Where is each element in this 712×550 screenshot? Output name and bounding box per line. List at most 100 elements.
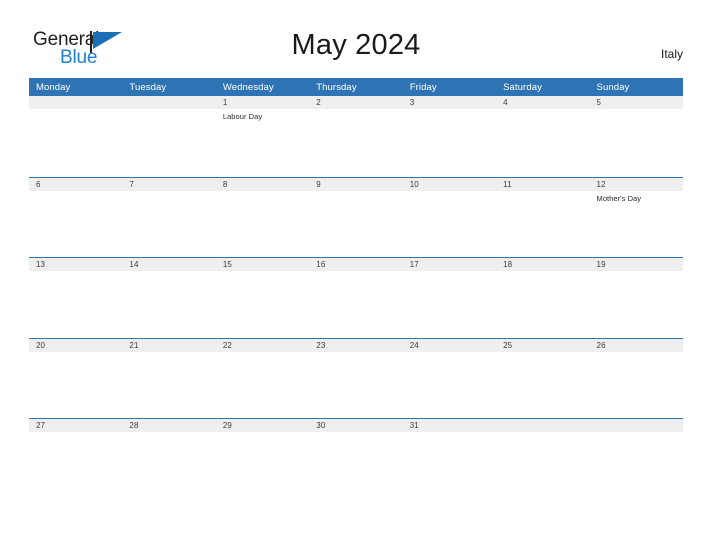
page-title: May 2024 (291, 29, 421, 61)
day-cell[interactable]: 31 (402, 419, 497, 498)
day-cell[interactable]: 15 (215, 258, 310, 337)
day-number (122, 96, 216, 109)
week-row: 6 7 8 9 10 11 12 Mother's Day (29, 176, 683, 258)
day-events (590, 432, 683, 435)
day-number (496, 419, 590, 432)
day-number: 2 (309, 96, 403, 109)
day-events (590, 109, 683, 112)
day-events (590, 352, 683, 355)
day-number: 31 (402, 419, 497, 432)
day-cell[interactable]: 6 (29, 177, 123, 257)
weekday-header-row: Monday Tuesday Wednesday Thursday Friday… (29, 78, 683, 96)
holiday-label: Labour Day (222, 112, 263, 121)
weekday-header-wednesday: Wednesday (222, 81, 274, 93)
day-number: 24 (402, 338, 497, 352)
day-cell[interactable]: 19 (589, 258, 683, 337)
day-cell[interactable] (496, 419, 590, 498)
day-events (496, 271, 589, 274)
country-label: Italy (660, 47, 683, 61)
day-number: 26 (589, 338, 683, 352)
day-cell[interactable]: 14 (122, 258, 216, 337)
day-cell[interactable]: 7 (122, 177, 216, 257)
day-cell[interactable]: 29 (215, 419, 310, 498)
day-number: 29 (215, 419, 310, 432)
day-cell[interactable] (589, 419, 683, 498)
day-number (589, 419, 683, 432)
day-number: 18 (496, 258, 590, 271)
day-cell[interactable]: 17 (402, 258, 497, 337)
week-row: 1 Labour Day 2 3 4 5 (29, 96, 683, 177)
day-events (496, 432, 589, 435)
day-events (122, 432, 215, 435)
day-events (122, 352, 215, 355)
weekday-header-saturday: Saturday (503, 81, 542, 93)
day-cell[interactable]: 25 (496, 338, 590, 418)
day-cell[interactable]: 16 (309, 258, 403, 337)
day-cell[interactable]: 23 (309, 338, 403, 418)
day-number: 7 (122, 177, 216, 191)
day-events (216, 271, 309, 274)
day-cell[interactable]: 2 (309, 96, 403, 175)
day-cell[interactable]: 24 (402, 338, 497, 418)
day-events (309, 191, 402, 194)
day-cell[interactable]: 4 (496, 96, 590, 175)
day-number: 6 (29, 177, 123, 191)
day-cell[interactable]: 22 (215, 338, 310, 418)
day-number: 4 (496, 96, 590, 109)
day-events (29, 109, 122, 112)
day-number: 23 (309, 338, 403, 352)
holiday-label: Mother's Day (596, 193, 642, 203)
day-cell[interactable]: 28 (122, 419, 216, 498)
weekday-header-sunday: Sunday (596, 81, 630, 93)
day-cell[interactable]: 13 (29, 258, 123, 337)
day-number: 3 (402, 96, 497, 109)
day-events (403, 271, 496, 274)
day-events (403, 191, 496, 194)
day-number: 13 (29, 258, 123, 271)
day-cell[interactable]: 20 (29, 338, 123, 418)
day-events (216, 352, 309, 355)
weekday-header-friday: Friday (409, 81, 437, 93)
weekday-header-monday: Monday (36, 81, 71, 93)
day-events (122, 271, 215, 274)
day-events (309, 352, 402, 355)
week-row: 27 28 29 30 31 (29, 418, 683, 499)
day-events (216, 432, 309, 435)
day-number: 8 (215, 177, 310, 191)
day-number: 12 (589, 177, 683, 191)
day-cell[interactable]: 21 (122, 338, 216, 418)
day-cell[interactable]: 10 (402, 177, 497, 257)
day-cell[interactable]: 1 Labour Day (215, 96, 310, 175)
day-cell[interactable]: 3 (402, 96, 497, 175)
calendar-grid: Monday Tuesday Wednesday Thursday Friday… (29, 78, 683, 499)
day-number: 30 (309, 419, 403, 432)
day-number: 10 (402, 177, 497, 191)
day-events (496, 352, 589, 355)
day-number: 11 (496, 177, 590, 191)
day-cell[interactable] (29, 96, 123, 175)
day-events (29, 432, 122, 435)
day-events: Mother's Day (590, 191, 683, 204)
day-cell[interactable]: 26 (589, 338, 683, 418)
weekday-header-tuesday: Tuesday (129, 81, 167, 93)
day-cell[interactable]: 12 Mother's Day (589, 177, 683, 257)
day-events (590, 271, 683, 274)
day-cell[interactable]: 11 (496, 177, 590, 257)
day-number: 15 (215, 258, 310, 271)
day-number: 14 (122, 258, 216, 271)
day-cell[interactable]: 9 (309, 177, 403, 257)
day-cell[interactable]: 8 (215, 177, 310, 257)
weekday-header-thursday: Thursday (316, 81, 357, 93)
week-row: 20 21 22 23 24 25 26 (29, 337, 683, 419)
day-events: Labour Day (216, 109, 309, 122)
day-cell[interactable] (122, 96, 216, 175)
day-events (403, 432, 496, 435)
day-cell[interactable]: 27 (29, 419, 123, 498)
day-events (403, 109, 496, 112)
day-cell[interactable]: 5 (589, 96, 683, 175)
day-events (216, 191, 309, 194)
day-cell[interactable]: 18 (496, 258, 590, 337)
day-events (496, 109, 589, 112)
day-cell[interactable]: 30 (309, 419, 403, 498)
page-header: General Blue May 2024 Italy (0, 0, 712, 76)
